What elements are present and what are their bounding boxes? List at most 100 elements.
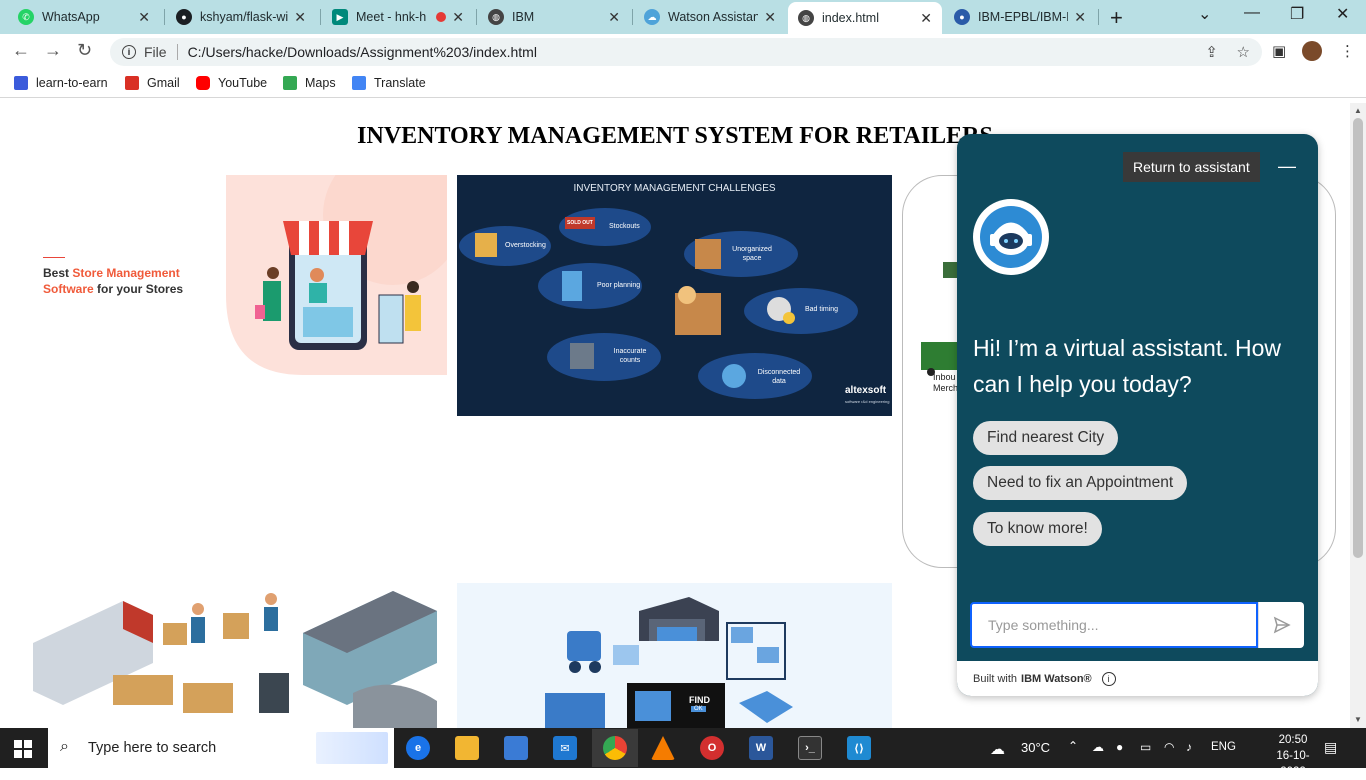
- bookmark-learn-to-earn[interactable]: learn-to-earn: [14, 76, 108, 90]
- tab-label: Watson Assistant: [668, 10, 759, 24]
- scroll-down-icon[interactable]: ▼: [1354, 715, 1362, 724]
- heading-part: Best: [43, 266, 73, 280]
- tab-meet[interactable]: ▶ Meet - hnk-h ✕: [322, 3, 474, 31]
- tab-index-html[interactable]: ◍ index.html ✕: [788, 2, 942, 34]
- chat-message-input[interactable]: Type something...: [970, 602, 1258, 648]
- reload-button[interactable]: ↻: [77, 40, 92, 61]
- store-icon[interactable]: [504, 736, 528, 760]
- mail-icon[interactable]: ✉: [553, 736, 577, 760]
- return-to-assistant-button[interactable]: Return to assistant: [1123, 152, 1260, 182]
- language-indicator[interactable]: ENG: [1211, 741, 1236, 753]
- close-icon[interactable]: ✕: [1074, 9, 1086, 26]
- tray-chevron-icon[interactable]: ⌃: [1068, 739, 1078, 753]
- browser-tab-strip: ✆ WhatsApp ✕ ● kshyam/flask-with ✕ ▶ Mee…: [0, 0, 1366, 34]
- profile-avatar[interactable]: [1302, 41, 1322, 61]
- tab-watson-assistant[interactable]: ☁ Watson Assistant ✕: [634, 3, 786, 31]
- assistant-greeting: Hi! I’m a virtual assistant. How can I h…: [973, 335, 1282, 397]
- minimize-chat-button[interactable]: —: [1278, 156, 1296, 177]
- globe-icon: ◍: [798, 10, 814, 26]
- bookmark-youtube[interactable]: YouTube: [196, 76, 267, 90]
- windows-start-button[interactable]: [14, 740, 32, 758]
- option-find-nearest-city[interactable]: Find nearest City: [973, 421, 1119, 455]
- challenge-label: Stockouts: [609, 223, 640, 230]
- microphone-icon[interactable]: ●: [1116, 740, 1123, 754]
- close-window-button[interactable]: ✕: [1336, 4, 1349, 24]
- terminal-icon[interactable]: ›_: [798, 736, 822, 760]
- bookmark-label: learn-to-earn: [36, 76, 108, 90]
- clock-date: 16-10-2022: [1276, 750, 1310, 778]
- info-icon[interactable]: i: [122, 45, 136, 59]
- option-know-more[interactable]: To know more!: [973, 512, 1102, 546]
- github-icon: ●: [954, 9, 970, 25]
- opera-icon[interactable]: O: [700, 736, 724, 760]
- close-icon[interactable]: ✕: [608, 9, 620, 26]
- search-highlight-illustration: [316, 732, 388, 764]
- close-icon[interactable]: ✕: [138, 9, 150, 26]
- browser-toolbar: ← → ↻ i File C:/Users/hacke/Downloads/As…: [0, 34, 1366, 70]
- heading-accent: Software: [43, 282, 94, 296]
- tab-ibm[interactable]: ◍ IBM ✕: [478, 3, 630, 31]
- minimize-button[interactable]: —: [1244, 4, 1260, 22]
- store-management-image: Best Store Management Software for your S…: [13, 175, 447, 402]
- tab-ibm-epbl[interactable]: ● IBM-EPBL/IBM-Pr ✕: [944, 3, 1096, 31]
- tab-whatsapp[interactable]: ✆ WhatsApp ✕: [8, 3, 160, 31]
- challenge-label: Disconnected data: [757, 369, 801, 385]
- weather-icon[interactable]: ☁: [990, 740, 1005, 758]
- ok-label: OK: [691, 706, 706, 712]
- back-button[interactable]: ←: [12, 40, 30, 61]
- weather-temp[interactable]: 30°C: [1021, 740, 1050, 755]
- option-fix-appointment[interactable]: Need to fix an Appointment: [973, 466, 1188, 500]
- bookmark-gmail[interactable]: Gmail: [125, 76, 180, 90]
- taskbar-search[interactable]: ⌕ Type here to search: [48, 728, 394, 768]
- scroll-up-icon[interactable]: ▲: [1354, 106, 1362, 115]
- close-icon[interactable]: ✕: [920, 10, 932, 27]
- tab-label: Meet - hnk-h: [356, 10, 427, 24]
- tab-search-icon[interactable]: ⌄: [1198, 4, 1211, 24]
- challenge-label: Poor planning: [597, 282, 641, 289]
- robot-icon: [980, 206, 1042, 268]
- forward-button[interactable]: →: [44, 40, 62, 61]
- challenge-label: Inaccurate counts: [613, 348, 647, 364]
- notification-icon[interactable]: ▤: [1324, 739, 1337, 756]
- page-scrollbar[interactable]: ▲ ▼: [1350, 103, 1366, 728]
- bookmark-star-icon[interactable]: ☆: [1237, 43, 1250, 61]
- close-icon[interactable]: ✕: [294, 9, 306, 26]
- watson-chat-window: Return to assistant — Hi! I’m a virtual …: [957, 134, 1318, 696]
- store-image-heading: Best Store Management Software for your S…: [43, 265, 183, 297]
- info-icon[interactable]: i: [1101, 671, 1116, 686]
- close-icon[interactable]: ✕: [764, 9, 776, 26]
- bookmark-translate[interactable]: Translate: [352, 76, 426, 90]
- close-icon[interactable]: ✕: [452, 9, 464, 26]
- bookmark-label: Gmail: [147, 76, 180, 90]
- volume-icon[interactable]: ♪: [1186, 740, 1192, 754]
- tab-label: IBM: [512, 10, 535, 24]
- vscode-icon[interactable]: ⟨⟩: [847, 736, 871, 760]
- cloud-icon: ☁: [644, 9, 660, 25]
- bookmark-app-icon: [14, 76, 28, 90]
- share-icon[interactable]: ⇪: [1205, 43, 1218, 61]
- flow-label: Inbou: [933, 372, 956, 382]
- battery-icon[interactable]: ▭: [1140, 740, 1151, 754]
- altexsoft-logo: altexsoft: [845, 385, 887, 396]
- edge-icon[interactable]: e: [406, 736, 430, 760]
- warehouse-find-image: FIND OK: [457, 583, 892, 728]
- scrollbar-thumb[interactable]: [1353, 118, 1363, 558]
- file-explorer-icon[interactable]: [455, 736, 479, 760]
- send-button[interactable]: [1258, 602, 1304, 648]
- tab-label: kshyam/flask-with: [200, 10, 289, 24]
- bookmark-maps[interactable]: Maps: [283, 76, 336, 90]
- taskbar-clock[interactable]: 20:50 16-10-2022: [1266, 732, 1320, 780]
- chrome-icon[interactable]: [603, 736, 627, 760]
- new-tab-button[interactable]: +: [1110, 5, 1123, 31]
- youtube-icon: [196, 76, 210, 90]
- restore-button[interactable]: ❐: [1290, 4, 1304, 24]
- url-text[interactable]: C:/Users/hacke/Downloads/Assignment%203/…: [188, 44, 537, 60]
- wifi-icon[interactable]: ◠: [1164, 740, 1174, 754]
- menu-icon[interactable]: ⋮: [1340, 42, 1355, 60]
- side-panel-icon[interactable]: ▣: [1272, 42, 1286, 60]
- word-icon[interactable]: W: [749, 736, 773, 760]
- network-icon[interactable]: ☁: [1092, 740, 1104, 754]
- heading-accent: Store Management: [72, 266, 180, 280]
- tab-github-flask[interactable]: ● kshyam/flask-with ✕: [166, 3, 316, 31]
- address-bar[interactable]: i File C:/Users/hacke/Downloads/Assignme…: [110, 38, 1262, 66]
